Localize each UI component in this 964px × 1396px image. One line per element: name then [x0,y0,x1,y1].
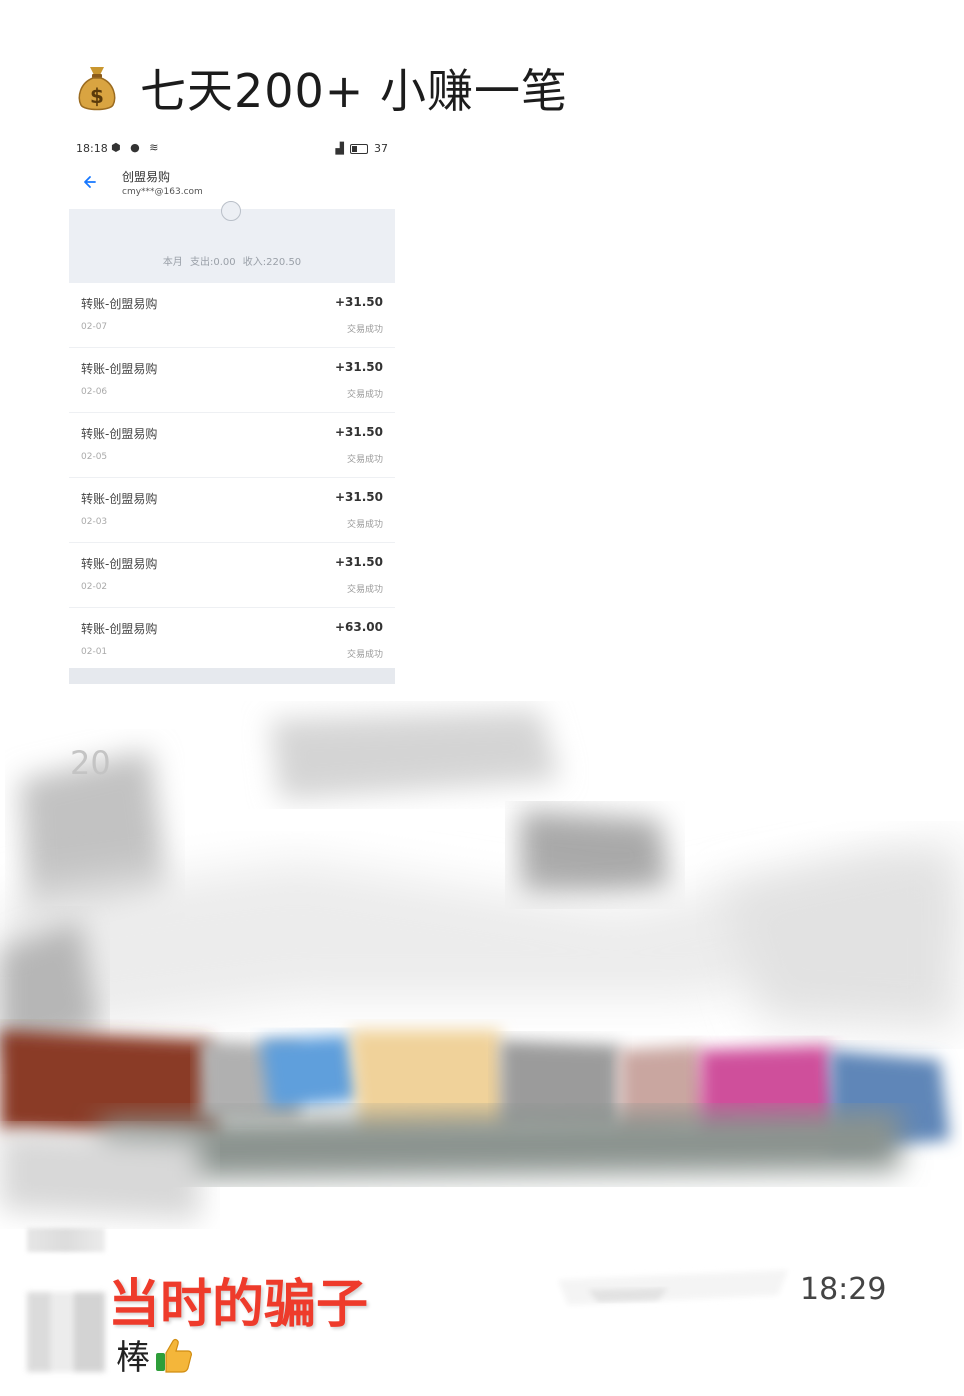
transaction-name: 转账-创盟易购 [81,362,158,376]
comment-time: 18:29 [800,1272,887,1307]
transaction-name: 转账-创盟易购 [81,557,158,571]
app-header: 创盟易购 cmy***@163.com [69,162,395,206]
month-summary-text: 本月 支出:0.00 收入:220.50 [162,257,302,268]
transaction-screenshot: 18:18 ⬢ ● ≋ ▟ 37 创盟易购 cmy***@163.com 本月 … [69,132,395,684]
month-summary: 本月 支出:0.00 收入:220.50 [69,201,395,283]
app-name: 创盟易购 [122,170,171,184]
transaction-status: 交易成功 [346,585,383,595]
post-title-text: 七天200+ 小赚一笔 [140,64,568,118]
back-arrow-icon[interactable] [81,174,97,190]
transaction-name: 转账-创盟易购 [81,492,158,506]
list-footer [69,668,395,684]
transaction-list: 转账-创盟易购 02-07 +31.50 交易成功 转账-创盟易购 02-06 … [69,283,395,673]
post-title: $ 七天200+ 小赚一笔 [76,58,568,118]
transaction-row[interactable]: 转账-创盟易购 02-07 +31.50 交易成功 [69,283,395,348]
transaction-status: 交易成功 [346,390,383,400]
transaction-amount: +31.50 [334,490,383,504]
thumbs-up-icon [156,1338,192,1373]
redacted-partial-number: 20 [70,744,111,782]
transaction-amount: +63.00 [334,620,383,634]
battery-icon [350,143,368,154]
transaction-name: 转账-创盟易购 [81,427,158,441]
account-email: cmy***@163.com [122,187,203,197]
transaction-amount: +31.50 [334,360,383,374]
comment-text: 棒 [116,1338,150,1378]
redacted-area: 20 [0,700,964,1260]
transaction-status: 交易成功 [346,520,383,530]
transaction-date: 02-07 [81,322,108,332]
transaction-row[interactable]: 转账-创盟易购 02-06 +31.50 交易成功 [69,348,395,413]
status-right: ▟ 37 [336,142,388,155]
transaction-status: 交易成功 [346,325,383,335]
transaction-status: 交易成功 [346,650,383,660]
status-bar: 18:18 ⬢ ● ≋ ▟ 37 [69,140,395,160]
battery-level: 37 [374,142,388,155]
comment-body: 棒 [116,1330,194,1379]
money-bag-icon: $ [78,67,116,111]
blurred-avatar-top [27,1228,105,1252]
redacted-name-smudge [558,1270,788,1305]
transaction-row[interactable]: 转账-创盟易购 02-05 +31.50 交易成功 [69,413,395,478]
transaction-date: 02-03 [81,517,108,527]
transaction-row[interactable]: 转账-创盟易购 02-03 +31.50 交易成功 [69,478,395,543]
transaction-amount: +31.50 [334,295,383,309]
signal-icon: ▟ [335,142,344,155]
transaction-amount: +31.50 [334,555,383,569]
transaction-row[interactable]: 转账-创盟易购 02-02 +31.50 交易成功 [69,543,395,608]
avatar[interactable] [27,1292,105,1372]
transaction-date: 02-02 [81,582,108,592]
transaction-status: 交易成功 [346,455,383,465]
filter-circle-icon[interactable] [221,201,241,221]
redaction-smear [0,710,960,1220]
transaction-date: 02-05 [81,452,108,462]
status-notification-icons: ⬢ ● ≋ [111,141,162,154]
status-time: 18:18 [76,142,108,155]
transaction-row[interactable]: 转账-创盟易购 02-01 +63.00 交易成功 [69,608,395,673]
transaction-name: 转账-创盟易购 [81,622,158,636]
transaction-date: 02-01 [81,647,108,657]
transaction-date: 02-06 [81,387,108,397]
transaction-name: 转账-创盟易购 [81,297,158,311]
svg-text:$: $ [90,84,104,108]
transaction-amount: +31.50 [334,425,383,439]
scam-annotation: 当时的骗子 [108,1275,369,1335]
